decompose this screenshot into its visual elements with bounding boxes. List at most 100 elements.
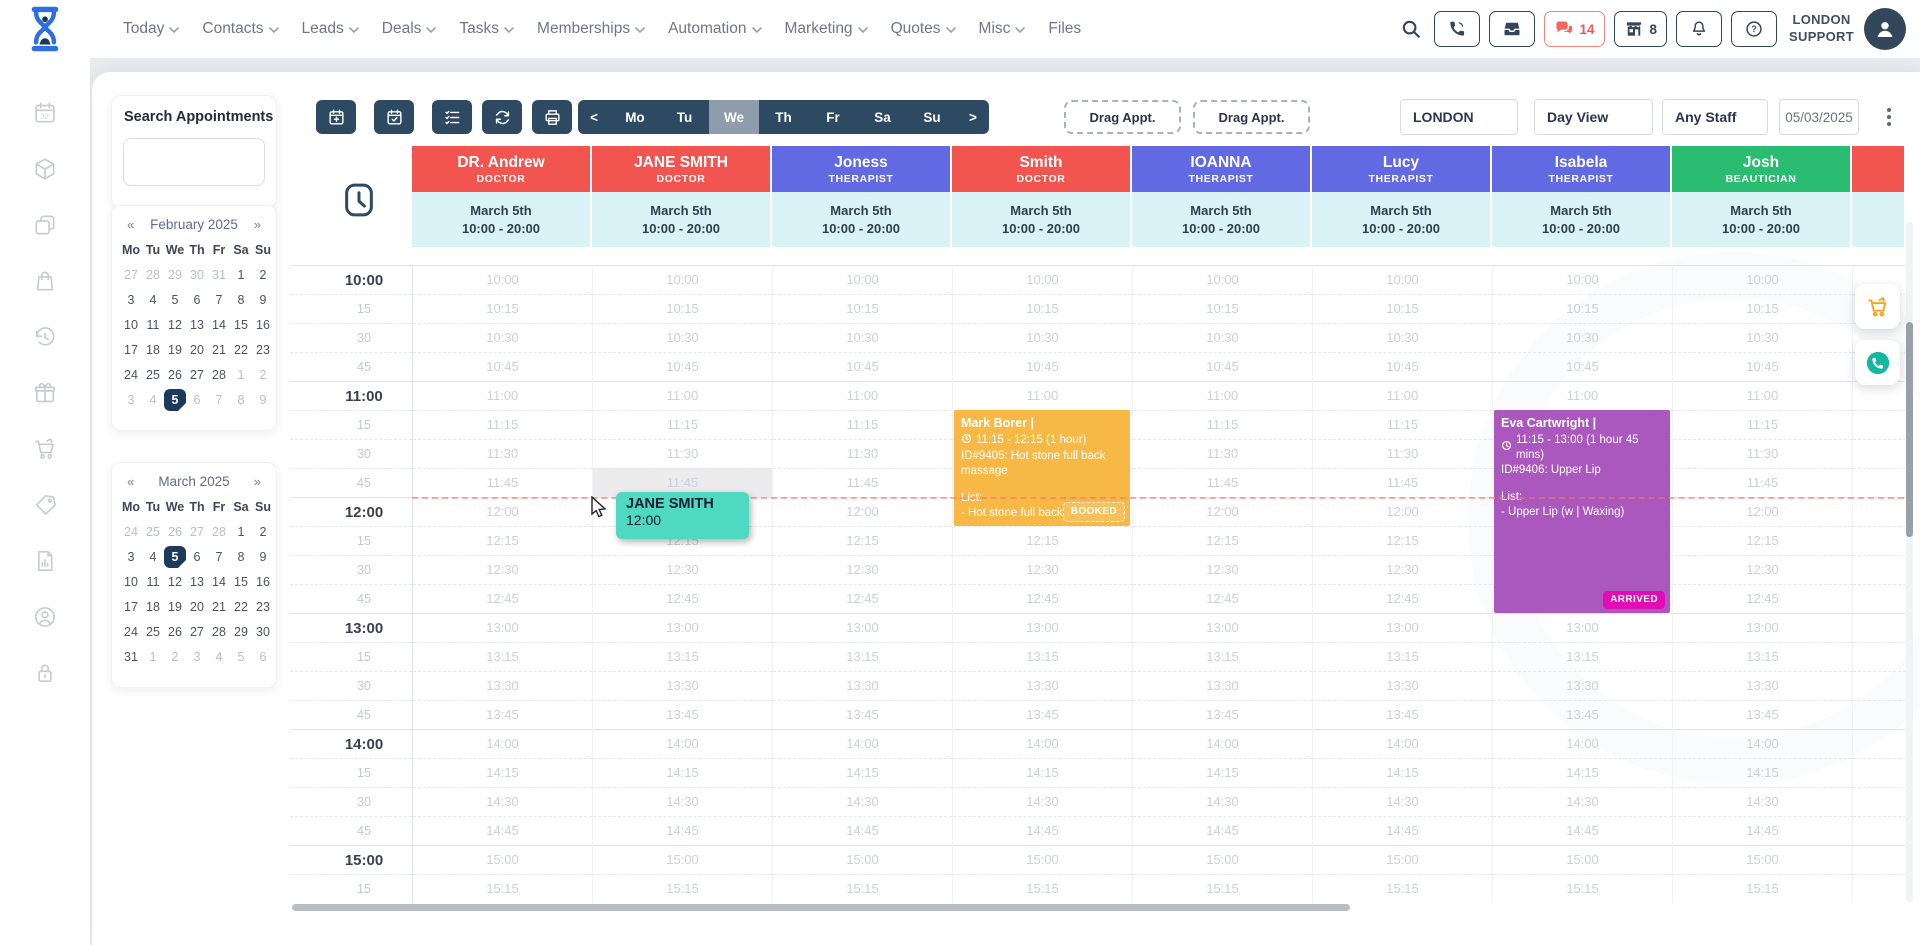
- search-button[interactable]: [1396, 11, 1425, 47]
- time-slot[interactable]: 13:45: [1313, 700, 1492, 729]
- time-slot[interactable]: 10:30: [953, 323, 1132, 352]
- calendar-day[interactable]: 4: [142, 387, 164, 412]
- time-slot[interactable]: 12:15: [1853, 526, 1905, 555]
- calendar-day[interactable]: 14: [208, 569, 230, 594]
- time-slot[interactable]: 12:45: [593, 584, 772, 613]
- time-slot[interactable]: 11:00: [1493, 381, 1672, 410]
- nav-item-automation[interactable]: Automation: [668, 20, 762, 38]
- time-slot[interactable]: 12:30: [1133, 555, 1312, 584]
- time-slot[interactable]: 12:00: [1853, 497, 1905, 526]
- day-tab-th[interactable]: Th: [759, 100, 809, 134]
- staff-header[interactable]: Smith DOCTOR: [952, 146, 1132, 192]
- time-slot[interactable]: 10:00: [773, 265, 952, 294]
- calendar-day[interactable]: 28: [208, 519, 230, 544]
- time-slot[interactable]: 10:15: [1673, 294, 1852, 323]
- calendar-day[interactable]: 8: [230, 287, 252, 312]
- location-select[interactable]: LONDON: [1400, 99, 1518, 135]
- printer-button[interactable]: [532, 100, 572, 134]
- time-slot[interactable]: 11:00: [593, 381, 772, 410]
- drag-appointment-button[interactable]: Drag Appt.: [1064, 100, 1181, 134]
- time-slot[interactable]: 10:30: [1493, 323, 1672, 352]
- calendar-day[interactable]: 31: [120, 644, 142, 669]
- time-slot[interactable]: 10:30: [773, 323, 952, 352]
- time-slot[interactable]: 14:45: [1673, 816, 1852, 845]
- time-slot[interactable]: 11:15: [1313, 410, 1492, 439]
- time-slot[interactable]: 10:00: [1673, 265, 1852, 294]
- time-slot[interactable]: 13:45: [413, 700, 592, 729]
- calendar-day[interactable]: 5: [164, 387, 186, 412]
- time-slot[interactable]: 15:15: [1493, 874, 1672, 903]
- calendar-day[interactable]: 18: [142, 337, 164, 362]
- time-slot[interactable]: 10:00: [593, 265, 772, 294]
- calendar-day[interactable]: 3: [120, 544, 142, 569]
- time-slot[interactable]: 10:00: [1313, 265, 1492, 294]
- time-slot[interactable]: 13:30: [593, 671, 772, 700]
- time-slot[interactable]: 10:45: [1313, 352, 1492, 381]
- time-slot[interactable]: 15:15: [413, 874, 592, 903]
- calendar-day[interactable]: 1: [230, 262, 252, 287]
- time-slot[interactable]: 13:45: [953, 700, 1132, 729]
- time-slot[interactable]: 13:00: [773, 613, 952, 642]
- time-slot[interactable]: 11:45: [413, 468, 592, 497]
- time-slot[interactable]: 12:15: [773, 526, 952, 555]
- time-slot[interactable]: 10:45: [773, 352, 952, 381]
- calendar-prev-button[interactable]: «: [127, 474, 134, 489]
- time-slot[interactable]: 11:45: [1853, 468, 1905, 497]
- user-avatar-icon[interactable]: [1864, 8, 1906, 50]
- calendar-day[interactable]: 2: [252, 262, 274, 287]
- time-slot[interactable]: 11:00: [413, 381, 592, 410]
- time-slot[interactable]: 14:30: [1853, 787, 1905, 816]
- time-slot[interactable]: 11:00: [1133, 381, 1312, 410]
- calendar-day[interactable]: 25: [142, 619, 164, 644]
- staff-header[interactable]: JANE SMITH DOCTOR: [592, 146, 772, 192]
- time-slot[interactable]: 12:45: [1133, 584, 1312, 613]
- calendar-day[interactable]: 8: [230, 544, 252, 569]
- time-slot[interactable]: 13:45: [1673, 700, 1852, 729]
- time-slot[interactable]: 13:30: [773, 671, 952, 700]
- staff-header[interactable]: Lucy THERAPIST: [1312, 146, 1492, 192]
- calendar-day[interactable]: 10: [120, 569, 142, 594]
- time-slot[interactable]: 14:15: [953, 758, 1132, 787]
- calendar-day[interactable]: 31: [208, 262, 230, 287]
- nav-item-marketing[interactable]: Marketing: [785, 20, 868, 38]
- time-slot[interactable]: 10:30: [1133, 323, 1312, 352]
- staff-header[interactable]: Isabela THERAPIST: [1492, 146, 1672, 192]
- calendar-day[interactable]: 8: [230, 387, 252, 412]
- time-slot[interactable]: 15:00: [593, 845, 772, 874]
- appointment-card[interactable]: Eva Cartwright | 11:15 - 13:00 (1 hour 45…: [1494, 410, 1670, 613]
- time-slot[interactable]: 13:30: [1853, 671, 1905, 700]
- time-slot[interactable]: 12:45: [413, 584, 592, 613]
- time-slot[interactable]: 12:15: [1673, 526, 1852, 555]
- time-slot[interactable]: 12:15: [413, 526, 592, 555]
- sidebar-history-clock-icon[interactable]: [32, 324, 58, 350]
- time-slot[interactable]: 13:00: [1133, 613, 1312, 642]
- calendar-day[interactable]: 6: [186, 544, 208, 569]
- sidebar-security-lock-icon[interactable]: [32, 660, 58, 686]
- time-slot[interactable]: 11:15: [1673, 410, 1852, 439]
- sidebar-account-user-icon[interactable]: [32, 604, 58, 630]
- calendar-day[interactable]: 9: [252, 544, 274, 569]
- calendar-day[interactable]: 5: [164, 544, 186, 569]
- time-slot[interactable]: 11:15: [593, 410, 772, 439]
- calendar-day[interactable]: 22: [230, 337, 252, 362]
- time-slot[interactable]: 14:00: [1313, 729, 1492, 758]
- time-slot[interactable]: 14:15: [413, 758, 592, 787]
- time-slot[interactable]: 10:30: [413, 323, 592, 352]
- time-slot[interactable]: 12:45: [1673, 584, 1852, 613]
- time-slot[interactable]: 12:30: [413, 555, 592, 584]
- nav-item-misc[interactable]: Misc: [979, 20, 1026, 38]
- time-slot[interactable]: 14:30: [773, 787, 952, 816]
- day-tab-tu[interactable]: Tu: [660, 100, 710, 134]
- time-slot[interactable]: 14:00: [1133, 729, 1312, 758]
- time-slot[interactable]: 13:00: [413, 613, 592, 642]
- time-slot[interactable]: 12:30: [953, 555, 1132, 584]
- time-slot[interactable]: 12:45: [773, 584, 952, 613]
- nav-item-leads[interactable]: Leads: [302, 20, 359, 38]
- search-appointments-input[interactable]: [123, 138, 265, 186]
- time-slot[interactable]: 14:00: [1673, 729, 1852, 758]
- calendar-day[interactable]: 28: [208, 619, 230, 644]
- time-slot[interactable]: 13:00: [593, 613, 772, 642]
- time-slot[interactable]: 11:15: [413, 410, 592, 439]
- calendar-day[interactable]: 27: [186, 619, 208, 644]
- day-tab-su[interactable]: Su: [907, 100, 957, 134]
